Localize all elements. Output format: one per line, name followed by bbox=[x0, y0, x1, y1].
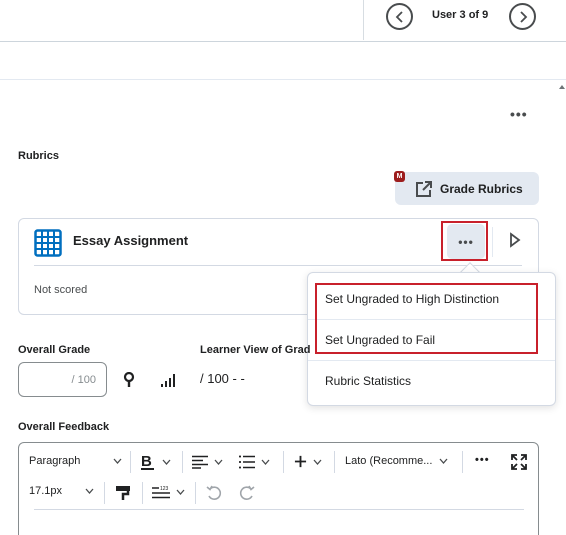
page-more-options-button[interactable]: ••• bbox=[510, 106, 528, 122]
font-family-value: Lato (Recomme... bbox=[345, 455, 433, 467]
toolbar-divider bbox=[462, 451, 463, 473]
fullscreen-icon[interactable] bbox=[511, 454, 527, 470]
chevron-down-icon bbox=[85, 488, 94, 494]
font-size-select[interactable]: 17.1px bbox=[29, 485, 94, 497]
feedback-editor: Paragraph B Lato (Recomme... ••• 17.1px … bbox=[18, 442, 539, 535]
m-badge: M bbox=[394, 171, 405, 182]
toolbar-separator bbox=[34, 509, 524, 510]
bold-icon: B bbox=[141, 453, 154, 470]
grade-rubrics-label: Grade Rubrics bbox=[440, 181, 523, 196]
overall-grade-label: Overall Grade bbox=[18, 344, 91, 356]
paragraph-format-select[interactable]: Paragraph bbox=[29, 455, 122, 467]
rubrics-section-label: Rubrics bbox=[18, 150, 59, 162]
learner-view-value: / 100 - - bbox=[200, 371, 245, 386]
card-divider bbox=[492, 227, 493, 257]
insert-button[interactable] bbox=[294, 455, 322, 468]
chevron-down-icon bbox=[162, 459, 171, 465]
highlight-box-menu-items bbox=[315, 283, 538, 354]
topbar-divider bbox=[363, 0, 364, 40]
key-icon[interactable] bbox=[123, 372, 135, 388]
next-user-button[interactable] bbox=[509, 3, 536, 30]
rubric-grid-icon bbox=[34, 229, 62, 257]
rubric-title: Essay Assignment bbox=[73, 233, 189, 248]
more-actions-button[interactable]: ••• bbox=[475, 454, 490, 466]
grade-statistics-icon[interactable] bbox=[160, 373, 176, 387]
previous-user-button[interactable] bbox=[386, 3, 413, 30]
expand-arrow-icon[interactable] bbox=[509, 232, 521, 248]
chevron-left-icon bbox=[395, 10, 403, 23]
toolbar-divider bbox=[142, 482, 143, 504]
chevron-down-icon bbox=[113, 458, 122, 464]
chevron-down-icon bbox=[214, 459, 223, 465]
user-position-label: User 3 of 9 bbox=[432, 9, 489, 21]
list-button[interactable] bbox=[239, 455, 270, 469]
feedback-text-area[interactable] bbox=[20, 511, 537, 535]
grade-rubrics-button[interactable]: Grade Rubrics bbox=[395, 172, 539, 205]
overall-feedback-label: Overall Feedback bbox=[18, 421, 110, 433]
rubric-score-status: Not scored bbox=[34, 284, 88, 296]
rubric-card-separator bbox=[34, 265, 522, 266]
bulleted-list-icon bbox=[239, 455, 255, 469]
toolbar-divider bbox=[334, 451, 335, 473]
chevron-down-icon bbox=[439, 458, 448, 464]
redo-icon[interactable] bbox=[239, 485, 255, 501]
chevron-down-icon bbox=[176, 489, 185, 495]
align-left-icon bbox=[192, 455, 208, 469]
bold-button[interactable]: B bbox=[140, 453, 171, 471]
line-height-button[interactable]: 123 bbox=[152, 485, 185, 499]
overall-grade-input[interactable]: / 100 bbox=[18, 362, 107, 397]
highlight-box-more-button bbox=[441, 221, 488, 261]
chevron-down-icon bbox=[313, 459, 322, 465]
paragraph-format-value: Paragraph bbox=[29, 455, 81, 467]
scrollbar-up-arrow[interactable] bbox=[558, 82, 566, 92]
undo-icon[interactable] bbox=[206, 485, 222, 501]
chevron-right-icon bbox=[519, 10, 527, 23]
font-size-value: 17.1px bbox=[29, 485, 63, 497]
align-button[interactable] bbox=[192, 455, 223, 469]
grade-input-suffix: / 100 bbox=[71, 373, 96, 386]
toolbar-divider bbox=[130, 451, 131, 473]
chevron-down-icon bbox=[261, 459, 270, 465]
format-painter-icon[interactable] bbox=[115, 485, 131, 501]
toolbar-divider bbox=[104, 482, 105, 504]
sub-header-bar bbox=[0, 42, 566, 80]
learner-view-label: Learner View of Grade bbox=[200, 344, 310, 356]
toolbar-divider bbox=[182, 451, 183, 473]
menu-item-rubric-statistics[interactable]: Rubric Statistics bbox=[308, 360, 555, 400]
svg-text:123: 123 bbox=[160, 486, 169, 492]
font-family-select[interactable]: Lato (Recomme... bbox=[345, 455, 448, 467]
toolbar-divider bbox=[195, 482, 196, 504]
svg-text:B: B bbox=[141, 453, 152, 470]
plus-icon bbox=[294, 455, 307, 468]
user-navigation-bar: User 3 of 9 bbox=[0, 0, 566, 42]
line-height-icon: 123 bbox=[152, 486, 170, 499]
external-link-icon bbox=[416, 180, 432, 197]
toolbar-divider bbox=[283, 451, 284, 473]
